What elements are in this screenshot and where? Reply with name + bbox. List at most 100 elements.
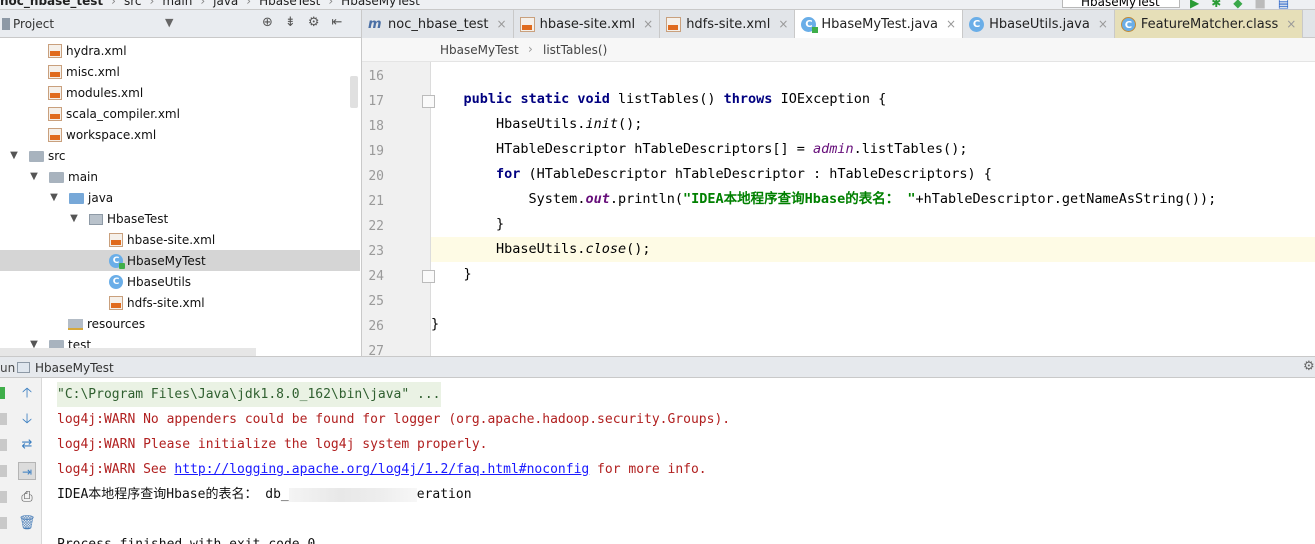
pin-icon[interactable] (0, 517, 7, 529)
hide-icon[interactable]: ⇤ (331, 15, 342, 30)
breadcrumb-package[interactable]: HbaseTest (259, 0, 320, 8)
code-text: (HTableDescriptor hTableDescriptor : hTa… (520, 166, 992, 182)
dump-threads-icon[interactable] (0, 465, 7, 477)
close-icon[interactable]: × (643, 17, 653, 31)
tree-item-scala-compiler-xml[interactable]: scala_compiler.xml (0, 103, 360, 124)
chevron-down-icon[interactable]: ▼ (67, 213, 81, 224)
console-line-warn: log4j:WARN No appenders could be found f… (57, 412, 731, 427)
breadcrumb-class[interactable]: HbaseMyTest (440, 43, 519, 57)
package-icon (89, 214, 103, 225)
code-editor: m noc_hbase_test × hbase-site.xml × hdfs-si… (362, 10, 1315, 356)
line-number: 22 (368, 219, 384, 234)
chevron-down-icon[interactable]: ▼ (7, 150, 21, 161)
editor-breadcrumb: HbaseMyTest › listTables() (362, 38, 1315, 62)
debug-icon[interactable]: ✱ (1211, 0, 1221, 9)
close-icon[interactable]: × (1286, 17, 1296, 31)
breadcrumb-project[interactable]: noc_hbase_test (0, 0, 103, 8)
settings-icon[interactable] (0, 491, 7, 503)
chevron-down-icon[interactable]: ▼ (165, 16, 173, 29)
tree-item-resources[interactable]: resources (0, 313, 360, 334)
locate-icon[interactable]: ⊕ (262, 15, 273, 30)
tab-label: HbaseMyTest.java (821, 16, 939, 32)
run-icon[interactable]: ▶ (1190, 0, 1199, 9)
breadcrumb-java[interactable]: java (213, 0, 238, 8)
tree-item-workspace-xml[interactable]: workspace.xml (0, 124, 360, 145)
editor-gutter: 16 17 18 19 20 21 22 23 24 25 26 27 (362, 62, 435, 356)
trash-icon[interactable]: 🗑 (18, 514, 36, 532)
gear-icon[interactable]: ⚙ (1303, 359, 1315, 374)
close-icon[interactable]: × (778, 17, 788, 31)
tree-item-label: HbaseTest (107, 211, 169, 226)
chevron-down-icon[interactable]: ▼ (27, 171, 41, 182)
tree-item-java[interactable]: ▼ java (0, 187, 360, 208)
breadcrumb-class[interactable]: HbaseMyTest (341, 0, 420, 8)
arrow-up-icon[interactable]: 🡡 (18, 384, 36, 402)
chevron-down-icon[interactable]: ▼ (47, 192, 61, 203)
code-line-19: HTableDescriptor hTableDescriptors[] = a… (431, 137, 1315, 162)
run-config-name[interactable]: HbaseMyTest (35, 361, 114, 375)
tab-hbaseutils-java[interactable]: C HbaseUtils.java × (963, 10, 1115, 38)
code-text: HbaseUtils. (496, 241, 586, 257)
chevron-right-icon: › (328, 0, 334, 8)
tab-hdfs-site-xml[interactable]: hdfs-site.xml × (660, 10, 796, 38)
project-panel-title[interactable]: Project (2, 17, 54, 31)
breadcrumb-main[interactable]: main (162, 0, 192, 8)
breadcrumb-src[interactable]: src (124, 0, 142, 8)
soft-wrap-icon[interactable]: ⇄ (18, 436, 36, 454)
code-text: (); (626, 241, 651, 257)
code-area[interactable]: public static void listTables() throws I… (431, 62, 1315, 356)
static-method: close (585, 241, 627, 257)
collapse-all-icon[interactable]: ⇟ (285, 15, 296, 30)
console-output[interactable]: "C:\Program Files\Java\jdk1.8.0_162\bin\… (42, 378, 1315, 544)
close-icon[interactable]: × (946, 17, 956, 31)
tree-item-label: hdfs-site.xml (127, 295, 205, 310)
stop-icon[interactable]: ■ (1255, 0, 1266, 9)
pause-icon[interactable] (0, 439, 7, 451)
gear-icon[interactable]: ⚙ (308, 15, 320, 30)
console-text: for more info. (589, 462, 707, 477)
project-structure-icon[interactable]: ▤ (1278, 0, 1289, 9)
breadcrumb: noc_hbase_test › src › main › java › HbaseTe… (0, 0, 420, 8)
tree-item-hbaseutils[interactable]: C HbaseUtils (0, 271, 360, 292)
breadcrumb-method[interactable]: listTables() (543, 43, 607, 57)
chevron-right-icon: › (111, 0, 116, 8)
java-class-icon: C (969, 16, 985, 32)
tree-item-hbasemytest[interactable]: C HbaseMyTest (0, 250, 360, 271)
code-line-18: HbaseUtils.init(); (431, 112, 1315, 137)
stop-icon[interactable] (0, 413, 7, 425)
tree-item-src[interactable]: ▼ src (0, 145, 360, 166)
tree-item-misc-xml[interactable]: misc.xml (0, 61, 360, 82)
tab-noc-hbase-test[interactable]: m noc_hbase_test × (362, 10, 514, 38)
class-file-icon: C (1120, 16, 1136, 32)
tab-hbasemytest-java[interactable]: C HbaseMyTest.java × (795, 10, 964, 38)
rerun-icon[interactable] (0, 387, 5, 399)
close-icon[interactable]: × (497, 17, 507, 31)
arrow-down-icon[interactable]: 🡣 (18, 410, 36, 428)
line-number: 27 (368, 344, 384, 356)
tab-label: HbaseUtils.java (989, 16, 1090, 32)
code-text: System. (528, 191, 586, 207)
run-configuration-select[interactable]: HbaseMyTest (1062, 0, 1180, 9)
close-icon[interactable]: × (1098, 17, 1108, 31)
tree-item-modules-xml[interactable]: modules.xml (0, 82, 360, 103)
coverage-icon[interactable]: ◆ (1233, 0, 1242, 9)
static-field: out (585, 191, 610, 207)
project-tree-horizontal-scrollbar[interactable] (0, 348, 256, 356)
code-line-22: } (431, 212, 1315, 237)
print-icon[interactable]: ⎙ (18, 488, 36, 506)
tree-item-hbasetest[interactable]: ▼ HbaseTest (0, 208, 360, 229)
log4j-faq-link[interactable]: http://logging.apache.org/log4j/1.2/faq.… (174, 462, 589, 477)
code-line-17: public static void listTables() throws I… (431, 87, 1315, 112)
line-number: 18 (368, 119, 384, 134)
console-line-command: "C:\Program Files\Java\jdk1.8.0_162\bin\… (57, 382, 441, 407)
project-tree-scrollbar[interactable] (350, 76, 358, 108)
tab-featurematcher-class[interactable]: C FeatureMatcher.class × (1114, 10, 1304, 38)
tab-hbase-site-xml[interactable]: hbase-site.xml × (513, 10, 661, 38)
console-line-output: IDEA本地程序查询Hbase的表名： db_ eration (57, 482, 472, 507)
tree-item-main[interactable]: ▼ main (0, 166, 360, 187)
console-text: IDEA本地程序查询Hbase的表名： db_ (57, 487, 289, 502)
tree-item-hydra-xml[interactable]: hydra.xml (0, 40, 360, 61)
scroll-to-end-icon[interactable]: ⇥ (18, 462, 36, 480)
tree-item-hdfs-site-xml[interactable]: hdfs-site.xml (0, 292, 360, 313)
tree-item-hbase-site-xml[interactable]: hbase-site.xml (0, 229, 360, 250)
